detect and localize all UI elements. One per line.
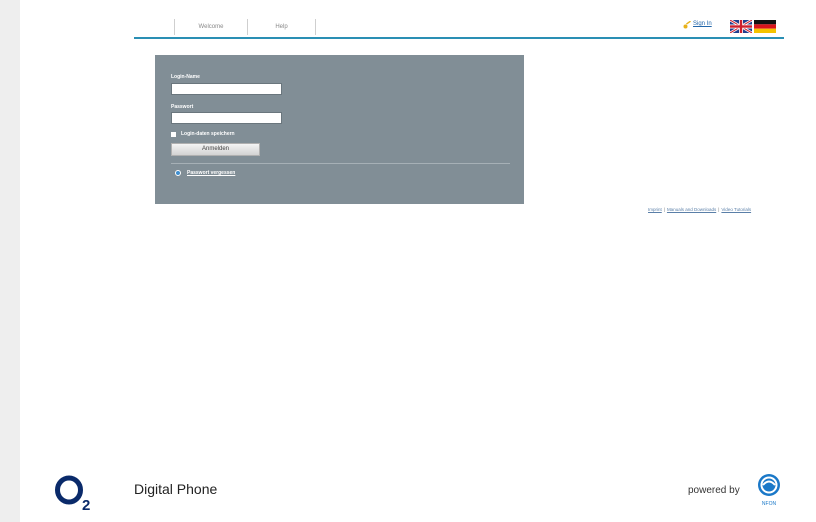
video-tutorials-link[interactable]: Video Tutorials [721, 207, 751, 212]
login-panel: Login-Name Passwort Login-daten speicher… [155, 55, 524, 204]
remember-login-label: Login-daten speichern [181, 131, 235, 137]
imprint-link[interactable]: Imprint [648, 207, 662, 212]
tab-divider [315, 19, 316, 35]
o2-logo: 2 [55, 475, 90, 512]
remember-login-checkbox[interactable] [171, 132, 176, 137]
top-navigation: Welcome Help Sign In [134, 17, 784, 39]
tab-welcome[interactable]: Welcome [174, 19, 247, 35]
manuals-link[interactable]: Manuals and Downloads [667, 207, 716, 212]
divider [171, 163, 510, 164]
tab-help[interactable]: Help [247, 19, 315, 35]
footer-links: Imprint | Manuals and Downloads | Video Tuto… [648, 207, 751, 212]
page: Welcome Help Sign In Login-Name Passwort [20, 0, 816, 522]
svg-text:2: 2 [82, 497, 90, 512]
powered-by-label: powered by [688, 485, 740, 496]
product-name: Digital Phone [134, 481, 218, 497]
login-button[interactable]: Anmelden [171, 143, 260, 156]
nfon-text: NFON [762, 501, 777, 507]
login-name-label: Login-Name [171, 74, 200, 80]
sign-in-link[interactable]: Sign In [693, 21, 712, 27]
nfon-logo: NFON [758, 474, 780, 507]
german-flag-icon[interactable] [754, 20, 776, 33]
key-icon [683, 21, 691, 29]
password-input[interactable] [171, 112, 282, 124]
uk-flag-icon[interactable] [730, 20, 752, 33]
password-label: Passwort [171, 104, 194, 110]
login-name-input[interactable] [171, 83, 282, 95]
forgot-password-link[interactable]: Passwort vergessen [187, 170, 235, 176]
info-icon [175, 170, 181, 176]
